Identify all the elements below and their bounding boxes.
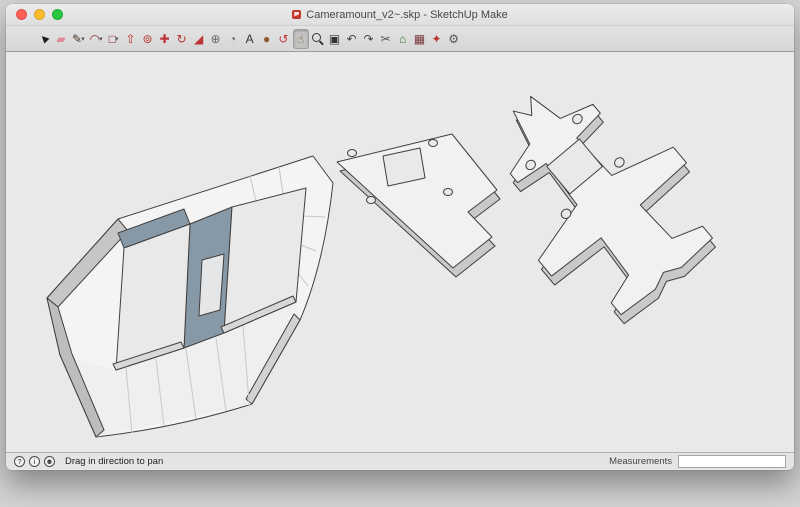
eraser-tool-button[interactable]: ▰ <box>53 29 69 49</box>
preferences-button[interactable]: ⚙ <box>446 29 462 49</box>
orbit-tool-button[interactable]: ↺ <box>276 29 292 49</box>
sketchup-doc-icon <box>292 9 302 19</box>
orbit-icon: ↺ <box>278 31 289 46</box>
styles-button[interactable]: ✦ <box>429 29 445 49</box>
warehouse-icon: ⌂ <box>398 31 407 46</box>
zoom-extents-icon: ▣ <box>328 31 341 46</box>
offset-icon: ⊚ <box>142 31 153 46</box>
gear-icon: ⚙ <box>448 31 459 46</box>
screw-hole <box>347 149 357 157</box>
measurements-label: Measurements <box>609 455 672 467</box>
get-models-button[interactable]: ⌂ <box>395 29 411 49</box>
push-pull-icon: ⇧ <box>125 31 136 46</box>
user-icon[interactable]: ☻ <box>44 455 55 467</box>
zoom-extents-tool-button[interactable]: ▣ <box>327 29 343 49</box>
move-icon: ✚ <box>159 31 170 46</box>
window-title: Cameramount_v2~.skp - SketchUp Make <box>306 8 508 21</box>
undo-view-icon: ↶ <box>346 31 357 46</box>
scale-icon: ◢ <box>193 31 204 46</box>
pan-tool-button[interactable]: ☝ <box>292 28 309 49</box>
protractor-icon: ◔ <box>228 31 237 46</box>
pan-hand-icon: ☝ <box>296 31 305 46</box>
instructor-icon[interactable]: i <box>29 455 40 467</box>
select-tool-button[interactable]: ► <box>34 29 54 49</box>
toolbar: ► ▰ ✎▾ ◠▾ □▾ ⇧ ⊚ ✚ ↻ ◢ ⊕ ◔ A ● ↺ ☝ ▣ ↶ ↷… <box>6 26 794 52</box>
measurements-group: Measurements <box>609 454 786 468</box>
close-button[interactable] <box>16 9 27 20</box>
components-button[interactable]: ▦ <box>412 29 428 49</box>
status-hint: Drag in direction to pan <box>65 455 164 467</box>
previous-view-button[interactable]: ↶ <box>344 29 360 49</box>
mount-plate-model[interactable] <box>336 133 501 278</box>
tape-measure-icon: ⊕ <box>210 31 221 46</box>
statusbar: ? i ☻ Drag in direction to pan Measureme… <box>6 452 794 469</box>
redo-view-icon: ↷ <box>363 31 374 46</box>
desktop: Cameramount_v2~.skp - SketchUp Make ► ▰ … <box>0 0 800 507</box>
arc-tool-button[interactable]: ◠▾ <box>88 29 105 49</box>
text-icon: A <box>245 31 254 46</box>
model-viewport[interactable] <box>6 52 794 452</box>
statusbar-icons: ? i ☻ <box>14 455 55 467</box>
next-view-button[interactable]: ↷ <box>361 29 377 49</box>
offset-tool-button[interactable]: ⊚ <box>140 29 156 49</box>
zoom-button[interactable] <box>52 9 63 20</box>
magnifier-icon <box>312 32 323 44</box>
cross-member-slot[interactable] <box>198 253 225 317</box>
section-plane-button[interactable]: ✂ <box>378 29 394 49</box>
chevron-down-icon: ▾ <box>114 35 119 43</box>
shapes-tool-button[interactable]: □▾ <box>106 29 122 49</box>
rotate-tool-button[interactable]: ↻ <box>174 29 190 49</box>
scale-tool-button[interactable]: ◢ <box>191 29 207 49</box>
tape-measure-tool-button[interactable]: ⊕ <box>208 29 224 49</box>
eraser-icon: ▰ <box>56 31 66 46</box>
sketchup-window: Cameramount_v2~.skp - SketchUp Make ► ▰ … <box>6 4 794 470</box>
screw-hole <box>366 196 376 204</box>
select-icon: ► <box>34 29 54 48</box>
screw-hole <box>443 188 453 196</box>
window-title-wrap: Cameramount_v2~.skp - SketchUp Make <box>6 9 794 21</box>
styles-icon: ✦ <box>431 31 442 46</box>
screw-hole <box>428 139 438 147</box>
screw-hole <box>613 156 626 169</box>
camera-mount-model[interactable] <box>46 155 334 438</box>
minimize-button[interactable] <box>34 9 45 20</box>
line-tool-button[interactable]: ✎▾ <box>70 29 87 49</box>
section-icon: ✂ <box>380 31 391 46</box>
protractor-tool-button[interactable]: ◔ <box>225 29 241 49</box>
chevron-down-icon: ▾ <box>99 35 103 43</box>
modeling-canvas[interactable] <box>6 52 794 452</box>
titlebar[interactable]: Cameramount_v2~.skp - SketchUp Make <box>6 4 794 26</box>
paint-bucket-tool-button[interactable]: ● <box>259 29 275 49</box>
components-icon: ▦ <box>413 31 426 46</box>
paint-bucket-icon: ● <box>262 31 271 46</box>
text-tool-button[interactable]: A <box>242 29 258 49</box>
help-icon[interactable]: ? <box>14 455 25 467</box>
rotate-icon: ↻ <box>176 31 187 46</box>
traffic-lights <box>16 9 63 20</box>
push-pull-tool-button[interactable]: ⇧ <box>123 29 139 49</box>
move-tool-button[interactable]: ✚ <box>157 29 173 49</box>
zoom-tool-button[interactable] <box>310 29 326 49</box>
chevron-down-icon: ▾ <box>81 35 85 43</box>
measurements-input[interactable] <box>678 454 786 468</box>
